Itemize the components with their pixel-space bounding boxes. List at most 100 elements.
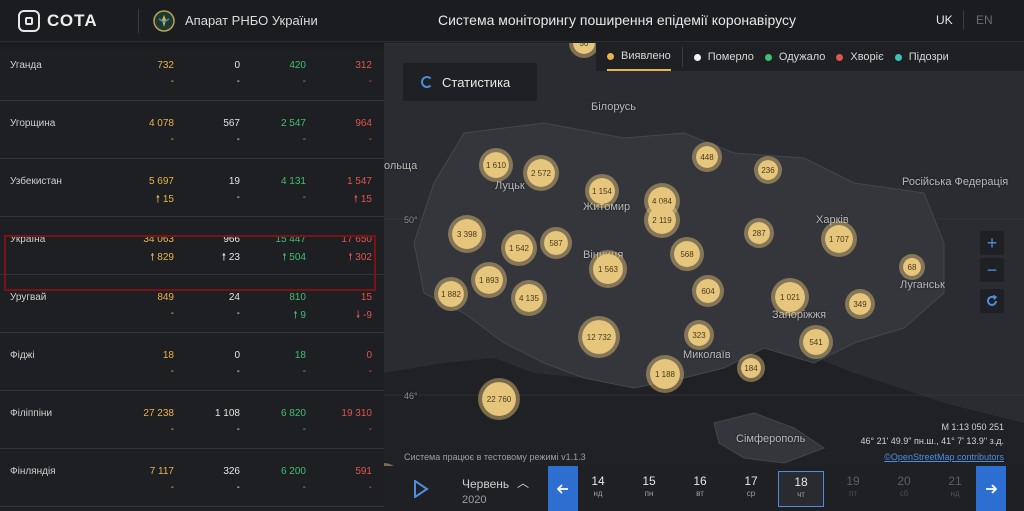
legend-divider [681, 47, 683, 67]
case-cluster-marker[interactable]: 2 572 [523, 155, 559, 191]
confirmed-delta: - [170, 76, 174, 87]
logo-text: СОТА [47, 10, 98, 30]
recovered-count: 18 [294, 350, 306, 361]
day-14[interactable]: 14 нд [575, 471, 621, 507]
country-row[interactable]: Філіппіни 27 238 1 108 6 820 19 310 - - - - [0, 391, 384, 449]
case-cluster-marker[interactable]: 349 [845, 289, 875, 319]
confirmed-delta: - [170, 134, 174, 145]
deaths-count: 0 [234, 60, 240, 71]
day-21[interactable]: 21 нд [932, 471, 978, 507]
case-cluster-marker[interactable]: 184 [737, 354, 765, 382]
label-lutsk: Луцьк [495, 180, 525, 192]
country-row[interactable]: Угорщина 4 078 567 2 547 964 - - - - [0, 101, 384, 159]
map-panel[interactable]: Білорусь Російська Федерація ольща Харкі… [384, 43, 1024, 511]
legend-item[interactable]: Одужало [764, 43, 825, 71]
sick-count: 964 [355, 118, 372, 129]
case-cluster-marker[interactable]: 68 [899, 254, 925, 280]
legend-label: Померло [707, 51, 754, 63]
case-cluster-marker[interactable]: 287 [744, 218, 774, 248]
day-number: 16 [693, 474, 707, 488]
recovered-count: 15 447 [275, 234, 306, 245]
country-row[interactable]: Фінляндія 7 117 326 6 200 591 - - - - [0, 449, 384, 507]
deaths-delta: - [236, 366, 240, 377]
case-cluster-marker[interactable]: 1 707 [821, 221, 857, 257]
lang-divider [963, 10, 964, 30]
recovered-count: 810 [289, 292, 306, 303]
day-20[interactable]: 20 сб [881, 471, 927, 507]
confirmed-count: 732 [157, 60, 174, 71]
label-mykolaiv: Миколаїв [683, 349, 731, 361]
case-cluster-marker[interactable]: 541 [799, 325, 833, 359]
month-selector[interactable]: Червень 2020 [462, 476, 509, 508]
pie-chart-icon [421, 76, 433, 88]
app-root: СОТА Апарат РНБО України Система монітор… [0, 0, 1024, 511]
sick-delta: 🠕 15 [353, 194, 372, 205]
statistics-label: Статистика [442, 74, 511, 90]
day-number: 18 [794, 475, 808, 489]
confirmed-count: 7 117 [149, 466, 174, 477]
timeline-next-button[interactable] [976, 466, 1006, 511]
map-coordinates: 46° 21' 49.9" пн.ш., 41° 7' 13.9" з.д. [860, 436, 1004, 446]
month-name: Червень [462, 477, 510, 491]
case-cluster-marker[interactable]: 448 [692, 142, 722, 172]
day-18[interactable]: 18 чт [778, 471, 824, 507]
country-table[interactable]: Уганда 732 0 420 312 - - - - Угорщина 4 078 567 2 54… [0, 43, 384, 511]
legend-item[interactable]: Померло [693, 43, 754, 71]
case-cluster-marker[interactable]: 12 732 [578, 316, 620, 358]
case-cluster-marker[interactable]: 4 135 [511, 280, 547, 316]
case-cluster-marker[interactable]: 22 760 [478, 378, 520, 420]
case-cluster-marker[interactable]: 1 610 [479, 148, 513, 182]
sick-delta: 🠕 302 [348, 252, 372, 263]
confirmed-count: 34 063 [143, 234, 174, 245]
case-cluster-marker[interactable]: 1 882 [434, 277, 468, 311]
country-row[interactable]: Фіджі 18 0 18 0 - - - - [0, 333, 384, 391]
day-15[interactable]: 15 пн [626, 471, 672, 507]
arrow-left-icon [556, 483, 568, 494]
sick-count: 591 [355, 466, 372, 477]
day-17[interactable]: 17 ср [728, 471, 774, 507]
case-cluster-marker[interactable]: 587 [540, 227, 572, 259]
zoom-out-button[interactable]: − [980, 258, 1004, 282]
case-cluster-marker[interactable]: 2 119 [644, 202, 680, 238]
label-russia: Російська Федерація [902, 176, 1009, 188]
case-cluster-marker[interactable]: 1 893 [471, 262, 507, 298]
legend-item[interactable]: Хворіє [836, 43, 884, 71]
timeline-prev-button[interactable] [548, 466, 578, 511]
case-cluster-marker[interactable]: 604 [692, 275, 724, 307]
deaths-count: 966 [223, 234, 240, 245]
statistics-button[interactable]: Статистика [403, 63, 537, 101]
zoom-in-button[interactable]: + [980, 231, 1004, 255]
case-cluster-marker[interactable]: 1 188 [646, 355, 684, 393]
country-row[interactable]: Уругвай 849 24 810 15 - - 🠕 9 🠗 -9 [0, 275, 384, 333]
sota-logo[interactable]: СОТА [18, 9, 118, 32]
country-row[interactable]: Уганда 732 0 420 312 - - - - [0, 43, 384, 101]
deaths-count: 567 [223, 118, 240, 129]
day-number: 14 [591, 474, 605, 488]
legend-item[interactable]: Підозри [894, 43, 949, 71]
refresh-button[interactable] [980, 289, 1004, 313]
lang-en-button[interactable]: EN [976, 13, 993, 27]
deaths-count: 19 [228, 176, 240, 187]
legend-item[interactable]: Виявлено [607, 43, 671, 71]
case-cluster-marker[interactable]: 568 [670, 237, 704, 271]
play-button[interactable] [406, 474, 436, 504]
deaths-delta: - [236, 308, 240, 319]
case-cluster-marker[interactable]: 1 154 [585, 174, 619, 208]
refresh-icon [987, 294, 998, 306]
lang-uk-button[interactable]: UK [936, 13, 953, 27]
day-16[interactable]: 16 вт [677, 471, 723, 507]
case-cluster-marker[interactable]: 1 563 [589, 250, 627, 288]
case-cluster-marker[interactable]: 236 [754, 156, 782, 184]
day-weekday: чт [797, 490, 805, 499]
case-cluster-marker[interactable]: 323 [684, 320, 714, 350]
confirmed-delta: 🠕 829 [150, 252, 174, 263]
country-name: Уругвай [10, 292, 47, 303]
osm-attribution-link[interactable]: ©OpenStreetMap contributors [884, 452, 1004, 462]
country-row[interactable]: Узбекистан 5 697 19 4 131 1 547 🠕 15 - - 🠕 15 [0, 159, 384, 217]
case-cluster-marker[interactable]: 3 398 [448, 215, 486, 253]
chevron-up-icon[interactable]: ︿ [517, 474, 529, 491]
day-19[interactable]: 19 пт [830, 471, 876, 507]
case-cluster-marker[interactable]: 1 542 [501, 230, 537, 266]
country-row[interactable]: Україна 34 063 966 15 447 17 650 🠕 829 🠕 23 🠕 5… [0, 217, 384, 275]
case-cluster-marker[interactable]: 1 021 [771, 278, 809, 316]
